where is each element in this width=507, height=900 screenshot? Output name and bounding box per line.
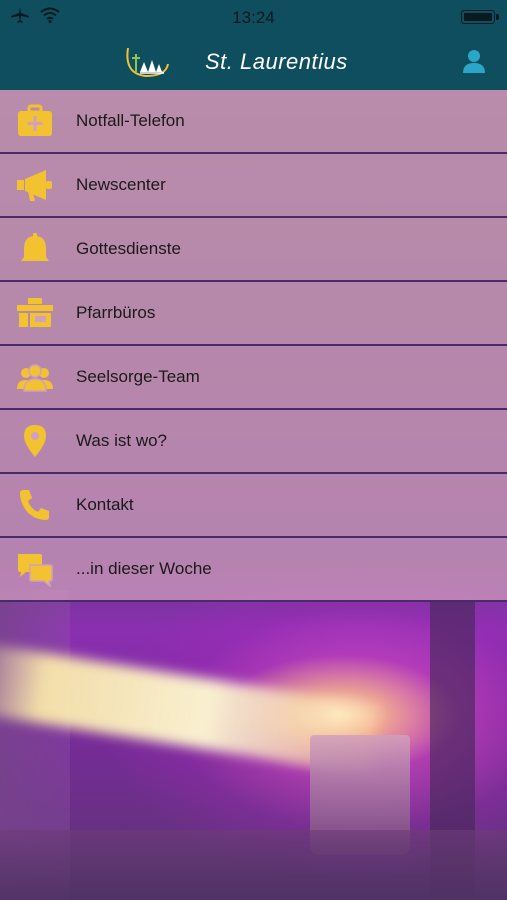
main-menu: Notfall-Telefon Newscenter Gottesdienste… <box>0 90 507 602</box>
menu-item-gottesdienste[interactable]: Gottesdienste <box>0 218 507 282</box>
menu-item-label: Was ist wo? <box>76 431 168 450</box>
battery-icon <box>461 10 499 24</box>
menu-item-newscenter[interactable]: Newscenter <box>0 154 507 218</box>
menu-item-label: Seelsorge-Team <box>76 367 200 386</box>
chat-bubbles-icon <box>18 554 53 587</box>
team-icon <box>17 364 53 392</box>
menu-item-label: Kontakt <box>76 495 134 514</box>
page-title: St. Laurentius <box>205 49 348 74</box>
menu-item-pfarrbueros[interactable]: Pfarrbüros <box>0 282 507 346</box>
menu-item-label: Pfarrbüros <box>76 303 156 322</box>
menu-item-label: Newscenter <box>76 175 166 194</box>
church-logo <box>126 47 169 78</box>
first-aid-kit-icon <box>18 104 52 136</box>
status-bar: 13:24 <box>0 0 507 34</box>
floor <box>0 830 507 900</box>
phone-icon <box>20 490 49 520</box>
nav-bar: St. Laurentius <box>0 34 507 90</box>
bell-icon <box>21 233 49 261</box>
menu-item-label: Gottesdienste <box>76 239 181 258</box>
menu-item-kontakt[interactable]: Kontakt <box>0 474 507 538</box>
menu-item-was-ist-wo[interactable]: Was ist wo? <box>0 410 507 474</box>
office-icon <box>17 298 53 327</box>
status-time: 13:24 <box>232 8 275 27</box>
menu-item-notfall-telefon[interactable]: Notfall-Telefon <box>0 90 507 154</box>
user-icon[interactable] <box>461 48 487 74</box>
menu-item-label: Notfall-Telefon <box>76 111 185 130</box>
menu-item-in-dieser-woche[interactable]: ...in dieser Woche <box>0 538 507 602</box>
megaphone-icon <box>17 170 52 201</box>
menu-item-seelsorge-team[interactable]: Seelsorge-Team <box>0 346 507 410</box>
location-pin-icon <box>24 425 46 457</box>
menu-item-label: ...in dieser Woche <box>76 559 212 578</box>
